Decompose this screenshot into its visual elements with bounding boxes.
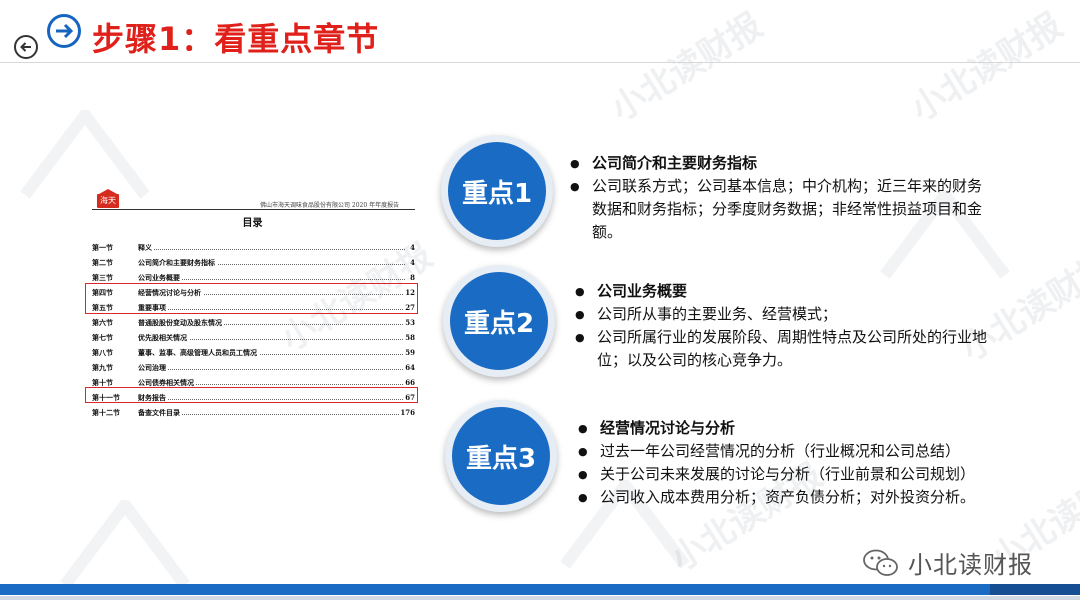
point-1-heading: 公司简介和主要财务指标 [570, 152, 990, 175]
header-divider [0, 62, 1080, 63]
point-3-heading: 经营情况讨论与分析 [578, 417, 1008, 440]
toc-page: 8 [409, 273, 415, 282]
point-1-badge: 重点1 [441, 135, 553, 247]
toc-title: 公司治理 [138, 363, 168, 373]
point-2-heading: 公司业务概要 [575, 280, 995, 303]
point-2-label: 重点2 [463, 308, 535, 339]
toc-row: 第七节 优先股相关情况 58 [92, 330, 415, 345]
toc-leader-dots [138, 249, 405, 250]
toc-page: 4 [409, 243, 415, 252]
brand-watermark: 小北读财报 [862, 545, 1033, 580]
footer-stripe [0, 596, 1080, 600]
toc-title: 释义 [138, 243, 154, 253]
toc-title: 公司业务概要 [138, 273, 182, 283]
toc-title: 董事、监事、高级管理人员和员工情况 [138, 348, 259, 358]
toc-row: 第六节 普通股股份变动及股东情况 53 [92, 315, 415, 330]
watermark-triangle [60, 500, 190, 589]
point-2-list: 公司业务概要 公司所从事的主要业务、经营模式； 公司所属行业的发展阶段、周期性特… [575, 280, 995, 372]
toc-section: 第六节 [92, 318, 113, 327]
toc-page: 58 [404, 333, 415, 342]
toc-page: 53 [404, 318, 415, 327]
toc-section: 第九节 [92, 363, 113, 372]
footer-bar [0, 584, 1080, 595]
point-2-item: 公司所属行业的发展阶段、周期性特点及公司所处的行业地位；以及公司的核心竞争力。 [575, 326, 995, 372]
highlight-box [85, 283, 418, 314]
wechat-icon [863, 549, 898, 576]
point-2-item: 公司所从事的主要业务、经营模式； [575, 303, 995, 326]
point-3-item: 过去一年公司经营情况的分析（行业概况和公司总结） [578, 440, 1008, 463]
toc-section: 第一节 [92, 243, 113, 252]
point-3-badge: 重点3 [445, 400, 557, 512]
toc-page: 176 [399, 408, 415, 417]
toc-row: 第八节 董事、监事、高级管理人员和员工情况 59 [92, 345, 415, 360]
point-3-label: 重点3 [465, 443, 537, 474]
toc-page: 64 [404, 363, 415, 372]
point-3-list: 经营情况讨论与分析 过去一年公司经营情况的分析（行业概况和公司总结） 关于公司未… [578, 417, 1008, 509]
toc-title: 备查文件目录 [138, 408, 182, 418]
toc-row: 第十二节 备查文件目录 176 [92, 405, 415, 420]
watermark-text: 小北读财报 [904, 5, 1070, 130]
toc-row: 第一节 释义 4 [92, 240, 415, 255]
point-3-item: 关于公司未来发展的讨论与分析（行业前景和公司规划） [578, 463, 1008, 486]
annual-report-toc-image: 海天 佛山市海天调味食品股份有限公司 2020 年年度报告 目录 第一节 释义 4 第… [80, 189, 425, 430]
doc-header-rule [92, 209, 415, 210]
doc-toc-title: 目录 [242, 218, 263, 229]
point-1-list: 公司简介和主要财务指标 公司联系方式；公司基本信息；中介机构；近三年来的财务数据… [570, 152, 990, 244]
doc-company-name: 佛山市海天调味食品股份有限公司 2020 年年度报告 [260, 202, 400, 209]
company-logo: 海天 [97, 189, 119, 208]
toc-section: 第七节 [92, 333, 113, 342]
toc-title: 优先股相关情况 [138, 333, 189, 343]
point-2-badge: 重点2 [443, 265, 555, 377]
brand-name: 小北读财报 [908, 551, 1033, 579]
highlight-box [85, 387, 418, 403]
footer-accent [990, 584, 1080, 595]
watermark-text: 小北读财报 [604, 5, 770, 130]
toc-section: 第十二节 [92, 408, 120, 417]
toc-row: 第二节 公司简介和主要财务指标 4 [92, 255, 415, 270]
page-title: 步骤1：看重点章节 [92, 20, 380, 58]
point-1-item: 公司联系方式；公司基本信息；中介机构；近三年来的财务数据和财务指标；分季度财务数… [570, 175, 990, 244]
toc-section: 第三节 [92, 273, 113, 282]
next-arrow-icon[interactable] [47, 14, 81, 48]
toc-section: 第二节 [92, 258, 113, 267]
toc-page: 59 [404, 348, 415, 357]
toc-page: 4 [409, 258, 415, 267]
toc-leader-dots [138, 369, 405, 370]
toc-page: 66 [404, 378, 415, 387]
point-3-item: 公司收入成本费用分析；资产负债分析；对外投资分析。 [578, 486, 1008, 509]
point-1-label: 重点1 [461, 178, 533, 209]
toc-title: 公司简介和主要财务指标 [138, 258, 217, 268]
watermark-triangle [20, 110, 150, 199]
toc-section: 第八节 [92, 348, 113, 357]
back-arrow-icon[interactable] [14, 35, 38, 59]
toc-row: 第九节 公司治理 64 [92, 360, 415, 375]
toc-title: 普通股股份变动及股东情况 [138, 318, 224, 328]
